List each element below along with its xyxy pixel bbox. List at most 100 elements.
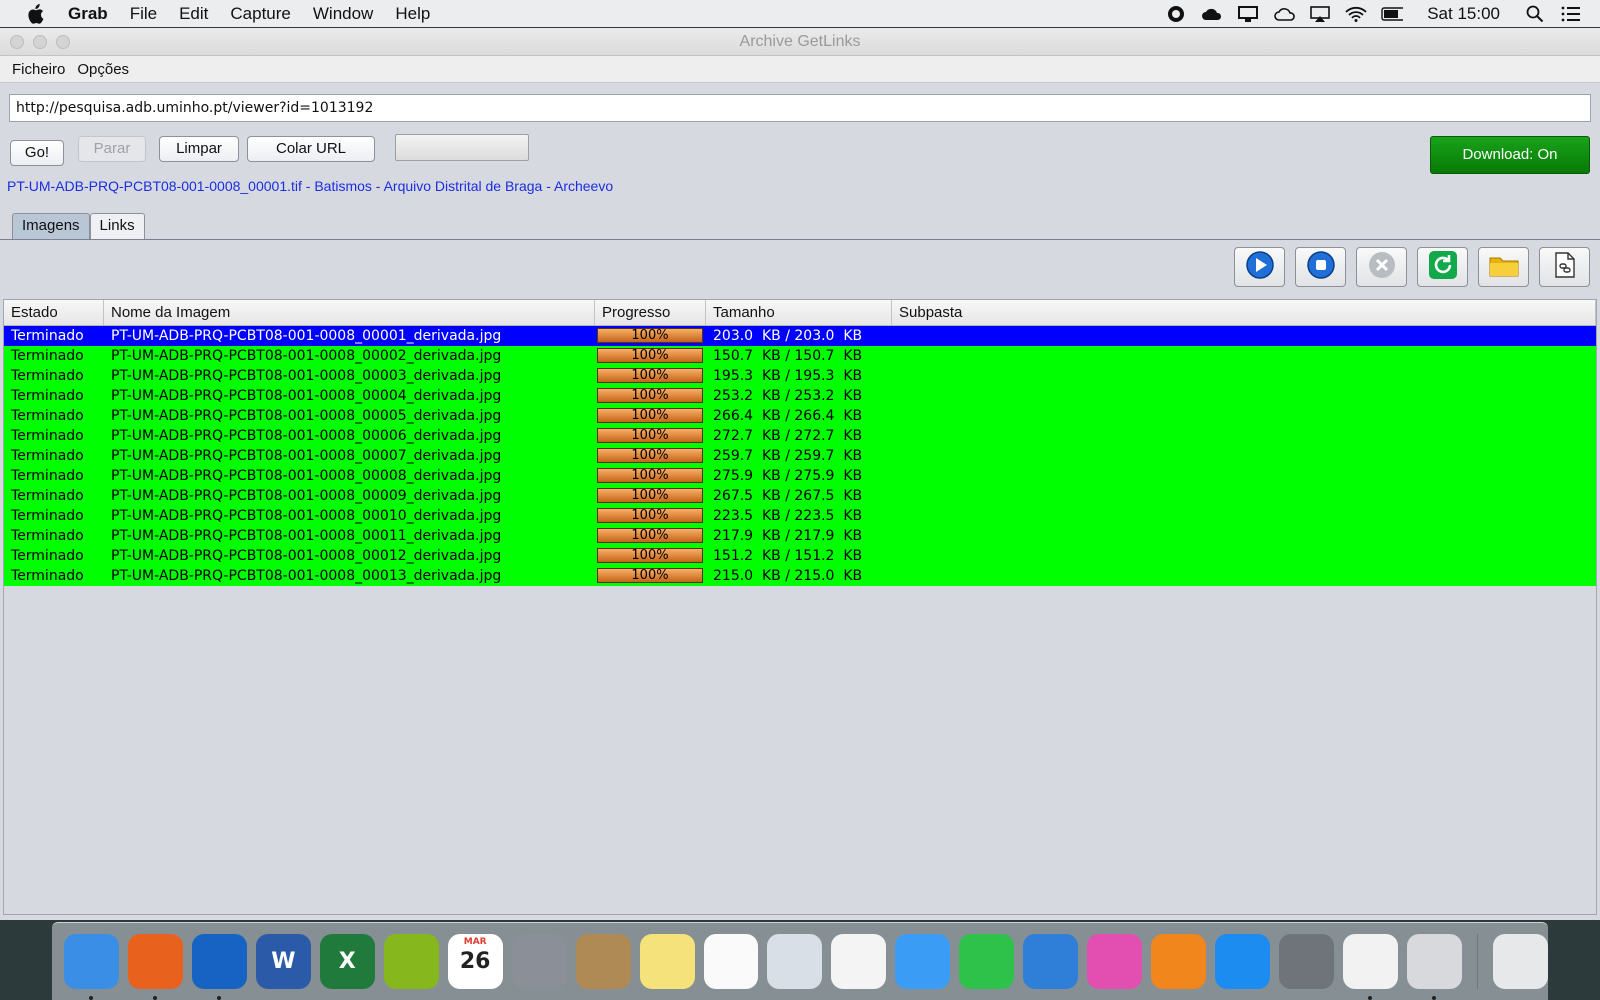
java-icon[interactable] [1343,934,1399,1000]
table-row[interactable]: Terminado PT-UM-ADB-PRQ-PCBT08-001-0008_0… [4,346,1596,366]
outlook-icon[interactable] [191,934,247,1000]
trash-icon[interactable] [1492,934,1548,989]
screen-sharing-icon[interactable] [1237,4,1259,24]
zoom-window-button[interactable] [56,35,70,49]
grab-icon[interactable] [1407,934,1462,1000]
export-links-button[interactable] [1539,247,1590,287]
preview-icon[interactable] [767,934,823,989]
column-header-progresso[interactable]: Progresso [595,300,706,325]
open-folder-button[interactable] [1478,247,1529,287]
excel-icon[interactable]: X [319,934,375,989]
download-toggle-button[interactable]: Download: On [1430,136,1590,174]
system-preferences-icon[interactable] [1279,934,1335,989]
menubar-file[interactable]: File [130,4,157,24]
cell-progresso: 100% [595,346,706,366]
minimize-window-button[interactable] [33,35,47,49]
finder-icon[interactable] [64,934,119,1000]
spotlight-search-icon[interactable] [1524,4,1546,24]
window-titlebar[interactable]: Archive GetLinks [0,28,1600,56]
word-icon[interactable]: W [255,934,311,989]
calendar-icon[interactable]: 26 MAR [447,934,503,989]
tree-app-icon[interactable] [383,934,439,989]
cell-nome: PT-UM-ADB-PRQ-PCBT08-001-0008_00002_deri… [111,348,502,364]
messages-icon[interactable] [895,934,951,989]
column-header-tamanho[interactable]: Tamanho [706,300,892,325]
menubar-edit[interactable]: Edit [179,4,208,24]
wifi-icon[interactable] [1345,4,1367,24]
menubar-app-name[interactable]: Grab [68,4,108,24]
column-header-subpasta[interactable]: Subpasta [892,300,1596,325]
row-progress-bar: 100% [597,428,703,443]
creative-cloud-icon[interactable] [1201,4,1223,24]
itunes-icon[interactable] [1087,934,1143,989]
photos-icon[interactable] [831,934,887,989]
menu-opcoes[interactable]: Opções [77,61,129,78]
stop-download-button[interactable] [1295,247,1346,287]
cell-nome: PT-UM-ADB-PRQ-PCBT08-001-0008_00013_deri… [111,568,502,584]
tab-imagens[interactable]: Imagens [12,213,90,239]
table-row[interactable]: Terminado PT-UM-ADB-PRQ-PCBT08-001-0008_0… [4,326,1596,346]
close-window-button[interactable] [10,35,24,49]
table-row[interactable]: Terminado PT-UM-ADB-PRQ-PCBT08-001-0008_0… [4,506,1596,526]
start-button[interactable] [1234,247,1285,287]
contacts-icon[interactable] [575,934,631,989]
table-row[interactable]: Terminado PT-UM-ADB-PRQ-PCBT08-001-0008_0… [4,426,1596,446]
notification-center-icon[interactable] [1560,4,1582,24]
go-button[interactable]: Go! [10,140,64,166]
menubar-capture[interactable]: Capture [230,4,290,24]
table-row[interactable]: Terminado PT-UM-ADB-PRQ-PCBT08-001-0008_0… [4,566,1596,586]
cancel-button[interactable] [1356,247,1407,287]
table-row[interactable]: Terminado PT-UM-ADB-PRQ-PCBT08-001-0008_0… [4,546,1596,566]
airplay-icon[interactable] [1309,4,1331,24]
folder-icon [1488,252,1520,283]
menubar-help[interactable]: Help [395,4,430,24]
cell-nome: PT-UM-ADB-PRQ-PCBT08-001-0008_00012_deri… [111,548,502,564]
menu-ficheiro[interactable]: Ficheiro [12,61,65,78]
notes-icon[interactable] [639,934,695,989]
cell-tamanho: 253.2 KB / 253.2 KB [713,388,863,404]
cell-tamanho: 215.0 KB / 215.0 KB [713,568,863,584]
table-row[interactable]: Terminado PT-UM-ADB-PRQ-PCBT08-001-0008_0… [4,366,1596,386]
facetime-icon[interactable] [959,934,1015,989]
app-store-icon[interactable] [1215,934,1271,989]
table-row[interactable]: Terminado PT-UM-ADB-PRQ-PCBT08-001-0008_0… [4,486,1596,506]
stop-icon [1306,250,1336,285]
macos-dock: W X 26 MAR [52,922,1548,1000]
table-row[interactable]: Terminado PT-UM-ADB-PRQ-PCBT08-001-0008_0… [4,466,1596,486]
launchpad-icon[interactable] [511,934,567,989]
table-row[interactable]: Terminado PT-UM-ADB-PRQ-PCBT08-001-0008_0… [4,526,1596,546]
menubar-clock[interactable]: Sat 15:00 [1427,4,1500,24]
row-progress-label: 100% [631,408,669,423]
cell-estado: Terminado [11,548,84,564]
row-progress-label: 100% [631,528,669,543]
apple-menu-icon[interactable] [24,3,46,25]
status-app-icon[interactable] [1165,4,1187,24]
row-progress-label: 100% [631,568,669,583]
ibooks-icon[interactable] [1151,934,1207,989]
keynote-icon[interactable] [1023,934,1079,989]
table-row[interactable]: Terminado PT-UM-ADB-PRQ-PCBT08-001-0008_0… [4,446,1596,466]
table-row[interactable]: Terminado PT-UM-ADB-PRQ-PCBT08-001-0008_0… [4,386,1596,406]
clear-button[interactable]: Limpar [159,136,239,162]
icloud-icon[interactable] [1273,4,1296,24]
refresh-button[interactable] [1417,247,1468,287]
firefox-icon[interactable] [127,934,183,1000]
cell-nome: PT-UM-ADB-PRQ-PCBT08-001-0008_00005_deri… [111,408,502,424]
tab-links[interactable]: Links [89,213,145,239]
stop-button[interactable]: Parar [78,136,146,162]
cell-progresso: 100% [595,526,706,546]
column-header-estado[interactable]: Estado [4,300,104,325]
cell-nome: PT-UM-ADB-PRQ-PCBT08-001-0008_00004_deri… [111,388,502,404]
table-row[interactable]: Terminado PT-UM-ADB-PRQ-PCBT08-001-0008_0… [4,406,1596,426]
status-link[interactable]: PT-UM-ADB-PRQ-PCBT08-001-0008_00001.tif … [7,178,613,194]
menubar-window[interactable]: Window [313,4,373,24]
reminders-icon[interactable] [703,934,759,989]
cell-subpasta [892,426,1596,446]
column-header-nome[interactable]: Nome da Imagem [104,300,595,325]
battery-icon[interactable] [1381,4,1404,24]
url-input[interactable]: http://pesquisa.adb.uminho.pt/viewer?id=… [9,94,1591,122]
paste-url-button[interactable]: Colar URL [247,136,375,162]
play-icon [1245,250,1275,285]
cell-progresso: 100% [595,366,706,386]
row-progress-bar: 100% [597,468,703,483]
